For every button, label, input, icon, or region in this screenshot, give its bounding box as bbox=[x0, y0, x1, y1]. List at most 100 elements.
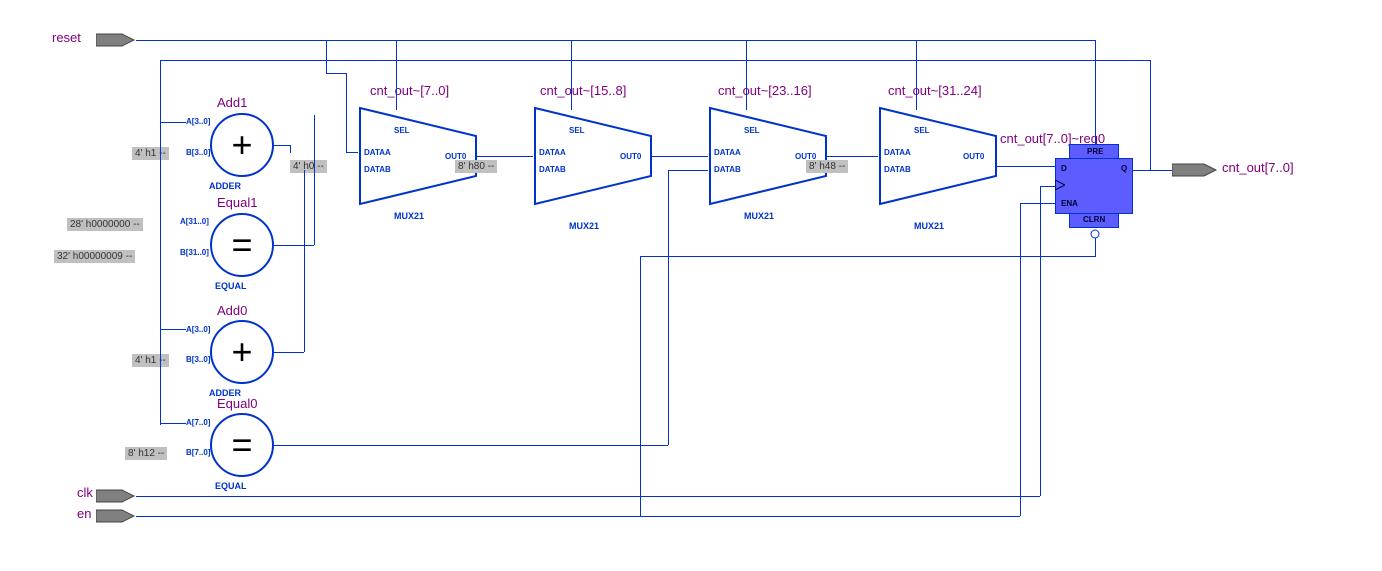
w-clrn-v bbox=[1095, 238, 1096, 256]
pin-label-clk: clk bbox=[77, 485, 93, 500]
w-add0out bbox=[274, 352, 304, 353]
wire-clk-h2 bbox=[1040, 186, 1055, 187]
pin-label-reset: reset bbox=[52, 30, 81, 45]
equal0-title: Equal0 bbox=[217, 396, 257, 411]
w-sel4 bbox=[916, 40, 917, 110]
wire-en-v bbox=[1020, 203, 1021, 516]
w-eq0out bbox=[274, 445, 668, 446]
w-sel1 bbox=[396, 40, 397, 110]
wire-reset-b1 bbox=[326, 40, 327, 73]
wire-b1a bbox=[346, 152, 358, 153]
w-fb-v bbox=[1150, 60, 1151, 170]
add1-porta: A[3..0] bbox=[186, 117, 210, 126]
input-pin-clk[interactable] bbox=[96, 488, 136, 504]
equal1-block[interactable]: = bbox=[210, 213, 274, 277]
wire-en bbox=[136, 516, 1020, 517]
mux3-type: MUX21 bbox=[744, 211, 774, 221]
equal1-title: Equal1 bbox=[217, 195, 257, 210]
mux1-title: cnt_out~[7..0] bbox=[370, 83, 449, 98]
mux2-dataa: DATAA bbox=[539, 148, 566, 157]
mux3-title: cnt_out~[23..16] bbox=[718, 83, 812, 98]
mux2-out: OUT0 bbox=[620, 152, 641, 161]
reg-block[interactable]: PRE D Q ENA CLRN bbox=[1055, 144, 1133, 230]
w-m1m2 bbox=[476, 156, 533, 157]
schematic-canvas: reset clk en cnt_out[7..0] Add1 + A[3..0… bbox=[0, 0, 1382, 571]
equal0-sym: = bbox=[231, 424, 252, 466]
equal1-type: EQUAL bbox=[215, 281, 247, 291]
equal1-porta: A[31..0] bbox=[180, 217, 209, 226]
equal0-porta: A[7..0] bbox=[186, 418, 210, 427]
wire-clk-v bbox=[1040, 186, 1041, 496]
mux3-sel: SEL bbox=[744, 126, 760, 135]
equal1-sym: = bbox=[231, 224, 252, 266]
w-m2m3 bbox=[651, 156, 708, 157]
w-add0v bbox=[304, 170, 305, 352]
add1-type: ADDER bbox=[209, 181, 241, 191]
w-eq0h bbox=[668, 170, 708, 171]
input-pin-reset[interactable] bbox=[96, 32, 136, 48]
mux1-type: MUX21 bbox=[394, 211, 424, 221]
equal0-type: EQUAL bbox=[215, 481, 247, 491]
w-fb-v2 bbox=[160, 60, 161, 425]
w-eq1out-v bbox=[314, 115, 315, 245]
mux2-datab: DATAB bbox=[539, 165, 566, 174]
reg-q: Q bbox=[1121, 164, 1127, 173]
equal0-block[interactable]: = bbox=[210, 413, 274, 477]
wire-clk bbox=[136, 496, 1040, 497]
equal1-portb: B[31..0] bbox=[180, 248, 209, 257]
add0-sym: + bbox=[231, 331, 252, 373]
mux1-dataa: DATAA bbox=[364, 148, 391, 157]
w-m3m4 bbox=[826, 156, 878, 157]
equal0-constb: 8' h12 -- bbox=[125, 447, 167, 460]
mux4-dataa: DATAA bbox=[884, 148, 911, 157]
w-add1out-v bbox=[290, 145, 291, 153]
pin-label-cnt-out: cnt_out[7..0] bbox=[1222, 160, 1294, 175]
mux4-type: MUX21 bbox=[914, 221, 944, 231]
add1-title: Add1 bbox=[217, 95, 247, 110]
reg-d: D bbox=[1061, 164, 1067, 173]
w-add1out bbox=[274, 145, 290, 146]
w-fb-h bbox=[160, 60, 1150, 61]
w-fb-a0 bbox=[160, 329, 186, 330]
mux4-datab: DATAB bbox=[884, 165, 911, 174]
wire-b1v bbox=[346, 73, 347, 153]
mux3-datab: DATAB bbox=[714, 165, 741, 174]
wire-b1h bbox=[326, 73, 346, 74]
add1-block[interactable]: + bbox=[210, 113, 274, 177]
add0-title: Add0 bbox=[217, 303, 247, 318]
add0-block[interactable]: + bbox=[210, 320, 274, 384]
input-pin-en[interactable] bbox=[96, 508, 136, 524]
mux4-constb: 8' h48 -- bbox=[806, 160, 848, 173]
mux1-datab: DATAB bbox=[364, 165, 391, 174]
output-pin-cnt-out[interactable] bbox=[1172, 162, 1218, 178]
w-fb-a1 bbox=[160, 122, 186, 123]
w-sel2 bbox=[571, 40, 572, 110]
add0-constb: 4' h1 -- bbox=[132, 354, 169, 367]
mux2-sel: SEL bbox=[569, 126, 585, 135]
mux4-title: cnt_out~[31..24] bbox=[888, 83, 982, 98]
mux2-title: cnt_out~[15..8] bbox=[540, 83, 626, 98]
add1-sym: + bbox=[231, 124, 252, 166]
wire-en-h2 bbox=[1020, 203, 1055, 204]
add1-portb: B[3..0] bbox=[186, 148, 210, 157]
reg-pre: PRE bbox=[1087, 147, 1103, 156]
mux4-out: OUT0 bbox=[963, 152, 984, 161]
w-eq1out bbox=[274, 245, 314, 246]
mux1-constb: 4' h0 -- bbox=[290, 160, 327, 173]
w-sel3 bbox=[746, 40, 747, 110]
w-clrn-h bbox=[640, 256, 1096, 257]
w-m4reg bbox=[996, 166, 1055, 167]
mux4-sel: SEL bbox=[914, 126, 930, 135]
reg-clrn: CLRN bbox=[1083, 215, 1105, 224]
mux2-constb: 8' h80 -- bbox=[455, 160, 497, 173]
add0-porta: A[3..0] bbox=[186, 325, 210, 334]
equal1-consta: 28' h0000000 -- bbox=[67, 218, 143, 231]
reg-ena: ENA bbox=[1061, 199, 1078, 208]
w-regout bbox=[1133, 170, 1172, 171]
mux3-dataa: DATAA bbox=[714, 148, 741, 157]
add0-portb: B[3..0] bbox=[186, 355, 210, 364]
mux1-sel: SEL bbox=[394, 126, 410, 135]
wire-reset-h bbox=[136, 40, 1096, 41]
mux2-type: MUX21 bbox=[569, 221, 599, 231]
w-fb-eq0 bbox=[160, 423, 186, 424]
